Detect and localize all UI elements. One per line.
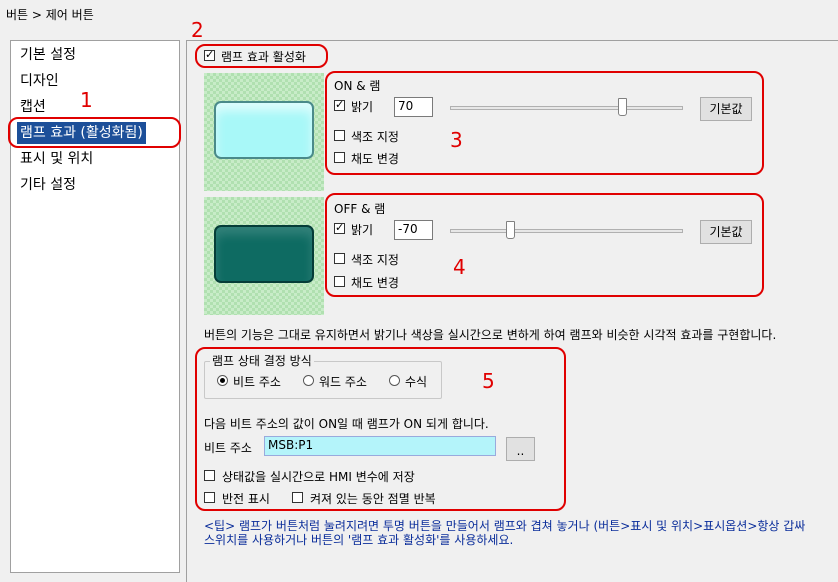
nav-item-basic[interactable]: 기본 설정: [17, 44, 79, 66]
off-lamp-preview: [214, 225, 314, 283]
on-lamp-preview: [214, 101, 314, 159]
annotation-number-5: 5: [482, 369, 495, 393]
nav-item-other[interactable]: 기타 설정: [17, 174, 79, 196]
annotation-number-4: 4: [453, 255, 466, 279]
annotation-box-4: [325, 193, 764, 297]
lamp-description: 버튼의 기능은 그대로 유지하면서 밝기나 색상을 실시간으로 변하게 하여 램…: [204, 328, 777, 342]
breadcrumb: 버튼 > 제어 버튼: [6, 8, 94, 22]
tip-line-2: 스위치를 사용하거나 버튼의 '램프 효과 활성화'를 사용하세요.: [204, 533, 514, 547]
nav-item-display-position[interactable]: 표시 및 위치: [17, 148, 96, 170]
annotation-number-2: 2: [191, 18, 204, 42]
annotation-number-1: 1: [80, 88, 93, 112]
annotation-box-1: [8, 117, 181, 148]
nav-item-caption[interactable]: 캡션: [17, 96, 49, 118]
annotation-box-2: [195, 44, 328, 68]
window-title-bar: 버튼 > 제어 버튼: [0, 0, 838, 30]
nav-item-design[interactable]: 디자인: [17, 70, 62, 92]
off-preview-area: [204, 197, 324, 315]
annotation-box-5: [195, 347, 566, 511]
on-preview-area: [204, 73, 324, 191]
annotation-box-3: [325, 71, 764, 175]
annotation-number-3: 3: [450, 128, 463, 152]
